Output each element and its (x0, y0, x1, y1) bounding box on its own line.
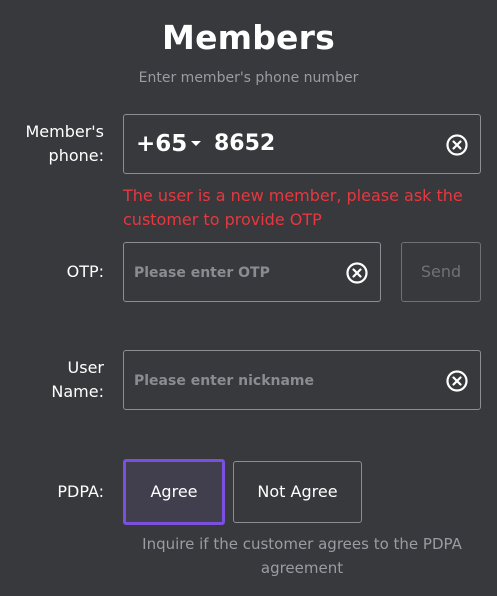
phone-label: Member's phone: (25, 120, 104, 168)
members-panel: Members Enter member's phone number Memb… (0, 0, 497, 596)
clear-circle-x-icon[interactable] (346, 262, 368, 284)
caret-down-icon (191, 140, 202, 146)
username-input[interactable]: Please enter nickname (123, 350, 481, 410)
clear-circle-x-icon[interactable] (446, 134, 468, 156)
username-label-line2: Name: (51, 382, 104, 401)
otp-label: OTP: (66, 262, 104, 281)
page-subtitle: Enter member's phone number (138, 70, 359, 86)
username-label: User Name: (51, 356, 104, 404)
otp-placeholder: Please enter OTP (134, 265, 270, 281)
country-code-select[interactable]: +65 (136, 129, 202, 159)
pdpa-label: PDPA: (57, 482, 104, 501)
clear-circle-x-icon[interactable] (446, 370, 468, 392)
send-otp-button[interactable]: Send (401, 242, 481, 302)
pdpa-note: Inquire if the customer agrees to the PD… (142, 535, 462, 577)
phone-label-line1: Member's (25, 122, 104, 141)
otp-input[interactable]: Please enter OTP (123, 242, 381, 302)
country-code-value: +65 (136, 131, 188, 157)
phone-label-line2: phone: (48, 146, 104, 165)
page-title: Members (162, 18, 335, 57)
phone-input[interactable]: +65 8652 (123, 114, 481, 174)
pdpa-agree-button[interactable]: Agree (123, 459, 225, 525)
phone-error-message: The user is a new member, please ask the… (123, 186, 463, 229)
phone-number-value: 8652 (214, 131, 276, 156)
pdpa-not-agree-button[interactable]: Not Agree (233, 461, 362, 523)
username-placeholder: Please enter nickname (134, 373, 315, 389)
username-label-line1: User (67, 358, 104, 377)
